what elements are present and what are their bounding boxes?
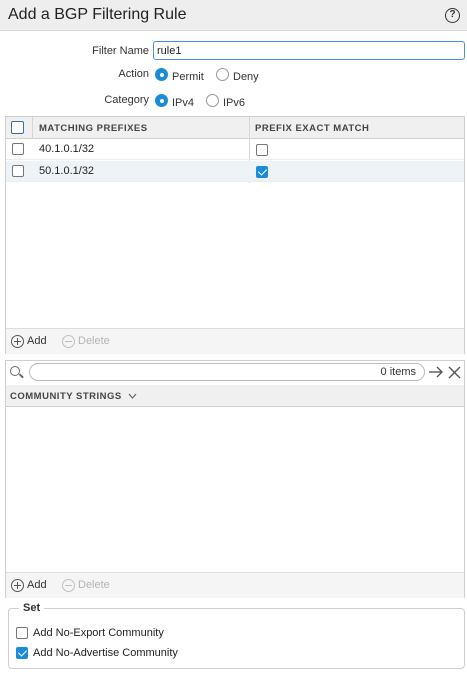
action-permit-label[interactable]: Permit [172,71,204,83]
prefix-grid: MATCHING PREFIXES PREFIX EXACT MATCH 40.… [5,116,465,354]
action-permit-radio[interactable] [155,68,168,81]
prefix-exact-match-column-header[interactable]: PREFIX EXACT MATCH [255,123,369,134]
table-row[interactable]: 50.1.0.1/32 [6,161,464,182]
set-legend: Set [19,602,45,614]
dialog-title: Add a BGP Filtering Rule [8,6,187,23]
items-count: 0 items [380,366,416,378]
community-search-bar: 0 items [6,361,464,383]
category-label: Category [104,94,149,106]
prefix-grid-header: MATCHING PREFIXES PREFIX EXACT MATCH [6,117,464,183]
community-add-button[interactable]: Add [27,579,47,591]
prefix-delete-button: Delete [78,335,110,347]
community-search-input[interactable]: 0 items [29,363,425,381]
chevron-down-icon[interactable] [128,393,137,399]
no-advertise-checkbox[interactable] [16,647,28,659]
category-ipv6-radio[interactable] [206,94,219,107]
action-label: Action [118,68,149,80]
no-advertise-label[interactable]: Add No-Advertise Community [33,647,178,659]
row-select-checkbox[interactable] [12,165,24,177]
exact-match-checkbox[interactable] [256,144,268,156]
add-icon[interactable] [11,335,24,348]
filter-name-label: Filter Name [92,45,149,57]
action-deny-radio[interactable] [216,68,229,81]
community-grid: 0 items COMMUNITY STRINGS Add Delete [5,360,465,598]
help-icon[interactable]: ? [445,8,460,23]
no-export-label[interactable]: Add No-Export Community [33,627,164,639]
no-export-checkbox[interactable] [16,627,28,639]
clear-filter-icon[interactable] [448,366,461,379]
action-deny-label[interactable]: Deny [233,71,259,83]
category-ipv4-radio[interactable] [155,94,168,107]
exact-match-checkbox[interactable] [256,166,268,178]
community-grid-toolbar: Add Delete [6,572,464,598]
add-icon[interactable] [11,579,24,592]
community-strings-column-header[interactable]: COMMUNITY STRINGS [10,391,122,402]
set-fieldset: Set Add No-Export Community Add No-Adver… [8,602,465,669]
delete-icon [62,579,75,592]
prefix-grid-toolbar: Add Delete [6,328,464,354]
matching-prefixes-column-header[interactable]: MATCHING PREFIXES [39,123,148,134]
prefix-cell: 50.1.0.1/32 [39,165,95,177]
table-row[interactable]: 40.1.0.1/32 [6,139,464,160]
community-delete-button: Delete [78,579,110,591]
prefix-add-button[interactable]: Add [27,335,47,347]
filter-name-input[interactable] [153,41,465,60]
select-all-checkbox[interactable] [11,121,24,134]
dialog-header: Add a BGP Filtering Rule ? [0,0,467,31]
category-ipv4-label[interactable]: IPv4 [172,97,194,109]
delete-icon [62,335,75,348]
row-select-checkbox[interactable] [12,143,24,155]
community-grid-header: COMMUNITY STRINGS [6,385,464,407]
apply-filter-arrow-icon[interactable] [428,365,444,379]
category-ipv6-label[interactable]: IPv6 [223,97,245,109]
prefix-cell: 40.1.0.1/32 [39,143,95,155]
